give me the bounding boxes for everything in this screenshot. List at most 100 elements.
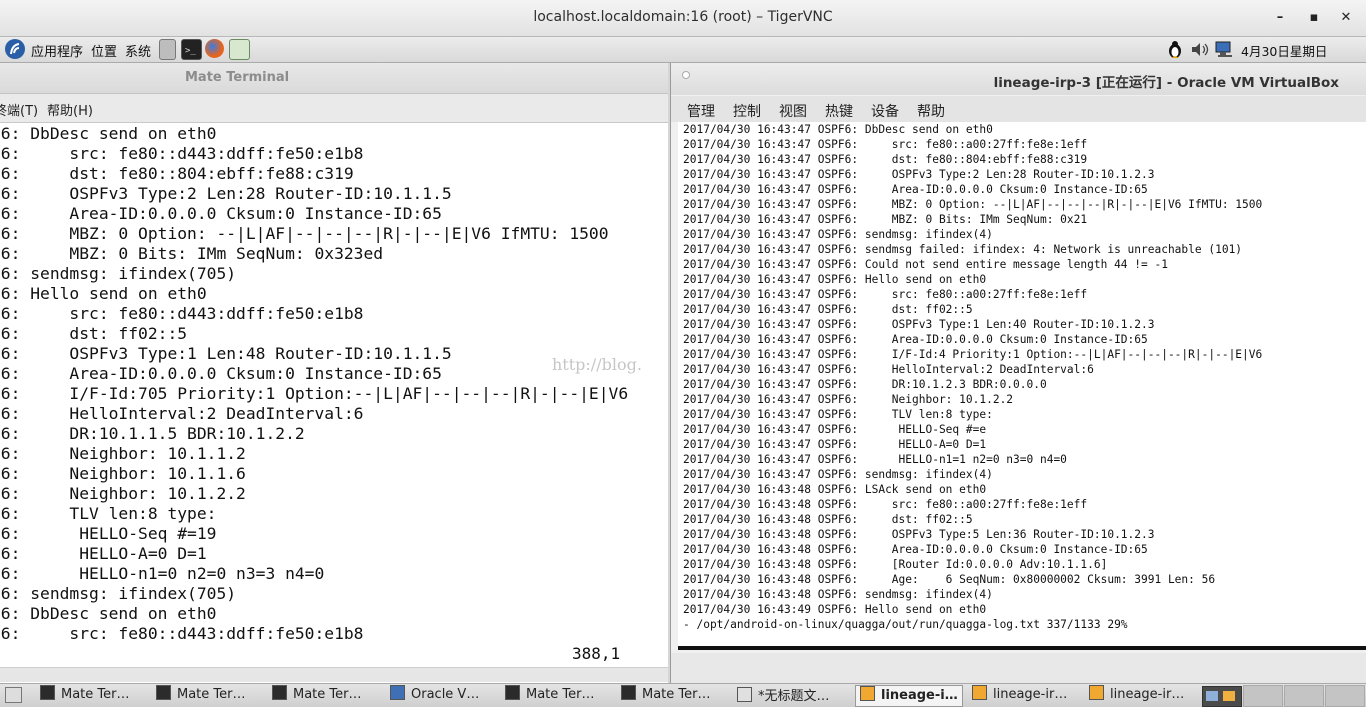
taskbar: Mate Ter… Mate Ter… Mate Ter… Oracle V… Mate… <box>0 683 1366 707</box>
terminal-launcher-icon[interactable]: >_ <box>181 39 202 60</box>
virtualbox-icon <box>390 685 405 700</box>
taskbar-item[interactable]: Mate Ter… <box>40 685 130 705</box>
console-line: 2017/04/30 16:43:48 OSPF6: [Router Id:0.… <box>683 558 1108 571</box>
taskbar-item-label: lineage-ir… <box>1110 687 1185 702</box>
console-line: 2017/04/30 16:43:47 OSPF6: Hello send on… <box>683 273 987 286</box>
places-menu[interactable]: 位置 <box>91 41 117 60</box>
taskbar-item[interactable]: Mate Ter… <box>505 685 595 705</box>
terminal-line: F6: src: fe80::d443:ddff:fe50:e1b8 <box>0 144 364 163</box>
terminal-line: F6: DbDesc send on eth0 <box>0 604 217 623</box>
terminal-scrollbar[interactable] <box>0 667 668 682</box>
console-line: 2017/04/30 16:43:47 OSPF6: sendmsg: ifin… <box>683 468 993 481</box>
terminal-line: F6: sendmsg: ifindex(705) <box>0 584 237 603</box>
console-line: 2017/04/30 16:43:47 OSPF6: Could not sen… <box>683 258 1168 271</box>
minimize-button[interactable]: – <box>1268 6 1292 30</box>
menu-devices[interactable]: 设备 <box>871 101 899 121</box>
console-line: 2017/04/30 16:43:48 OSPF6: Age: 6 SeqNum… <box>683 573 1216 586</box>
taskbar-item[interactable]: Mate Ter… <box>621 685 711 705</box>
terminal-line: F6: DbDesc send on eth0 <box>0 124 217 143</box>
firefox-launcher-icon[interactable] <box>205 39 224 58</box>
terminal-icon <box>156 685 171 700</box>
menu-terminal[interactable]: 终端(T) <box>0 100 38 119</box>
terminal-lines: F6: DbDesc send on eth0 F6: src: fe80::d4… <box>0 124 628 644</box>
console-line: 2017/04/30 16:43:47 OSPF6: Area-ID:0.0.0… <box>683 333 1148 346</box>
taskbar-item-label: Mate Ter… <box>526 687 595 702</box>
vm-window-icon <box>860 686 875 701</box>
workspace-3[interactable] <box>1284 685 1324 707</box>
terminal-title-bar[interactable]: Mate Terminal <box>0 63 668 94</box>
console-line: 2017/04/30 16:43:47 OSPF6: src: fe80::a0… <box>683 288 1088 301</box>
maximize-button[interactable]: ▪ <box>1302 6 1326 30</box>
taskbar-item-label: Mate Ter… <box>642 687 711 702</box>
terminal-line: F6: Neighbor: 10.1.1.6 <box>0 464 246 483</box>
menu-control[interactable]: 控制 <box>733 101 761 121</box>
workspace-4[interactable] <box>1325 685 1365 707</box>
console-line: 2017/04/30 16:43:48 OSPF6: Area-ID:0.0.0… <box>683 543 1148 556</box>
vm-console-lines: 2017/04/30 16:43:47 OSPF6: DbDesc send o… <box>683 122 1262 632</box>
applications-menu[interactable]: 应用程序 <box>31 41 83 60</box>
console-line: 2017/04/30 16:43:47 OSPF6: DbDesc send o… <box>683 123 993 136</box>
console-line: 2017/04/30 16:43:47 OSPF6: DR:10.1.2.3 B… <box>683 378 1047 391</box>
taskbar-item[interactable]: lineage-i… <box>855 685 963 707</box>
terminal-line: F6: OSPFv3 Type:1 Len:48 Router-ID:10.1.… <box>0 344 452 363</box>
terminal-icon <box>505 685 520 700</box>
taskbar-item[interactable]: lineage-ir… <box>972 685 1067 705</box>
console-line: 2017/04/30 16:43:47 OSPF6: MBZ: 0 Bits: … <box>683 213 1088 226</box>
terminal-line: F6: Area-ID:0.0.0.0 Cksum:0 Instance-ID:… <box>0 204 442 223</box>
terminal-output[interactable]: F6: DbDesc send on eth0 F6: src: fe80::d4… <box>0 124 668 664</box>
taskbar-item[interactable]: *无标题文… <box>737 685 830 705</box>
terminal-menu-bar: 终端(T) 帮助(H) <box>0 94 668 123</box>
close-button[interactable]: ✕ <box>1334 6 1358 30</box>
menu-help[interactable]: 帮助 <box>917 101 945 121</box>
menu-manage[interactable]: 管理 <box>687 101 715 121</box>
vm-screen-border <box>678 646 1366 650</box>
network-tool-launcher-icon[interactable] <box>229 39 250 60</box>
menu-hotkeys[interactable]: 热键 <box>825 101 853 121</box>
workspace-1[interactable] <box>1202 686 1242 707</box>
network-icon[interactable] <box>1214 41 1236 58</box>
console-line: 2017/04/30 16:43:48 OSPF6: src: fe80::a0… <box>683 498 1088 511</box>
virtualbox-title-bar[interactable]: lineage-irp-3 [正在运行] - Oracle VM Virtual… <box>671 63 1366 95</box>
console-line: 2017/04/30 16:43:47 OSPF6: Neighbor: 10.… <box>683 393 1014 406</box>
terminal-line: F6: src: fe80::d443:ddff:fe50:e1b8 <box>0 304 364 323</box>
taskbar-item[interactable]: Mate Ter… <box>272 685 362 705</box>
virtualbox-status-bar <box>671 653 1366 683</box>
top-panel: 应用程序 位置 系统 >_ 4月30日星期日 17:05 <box>0 37 1366 75</box>
terminal-line: F6: MBZ: 0 Bits: IMm SeqNum: 0x323ed <box>0 244 384 263</box>
terminal-line: F6: sendmsg: ifindex(705) <box>0 264 237 283</box>
vm-screen[interactable]: 2017/04/30 16:43:47 OSPF6: DbDesc send o… <box>678 122 1366 649</box>
vm-window-icon <box>972 685 987 700</box>
terminal-line: F6: OSPFv3 Type:2 Len:28 Router-ID:10.1.… <box>0 184 452 203</box>
terminal-line: F6: Neighbor: 10.1.2.2 <box>0 484 246 503</box>
mate-logo-icon[interactable] <box>5 39 25 59</box>
taskbar-item[interactable]: Mate Ter… <box>156 685 246 705</box>
terminal-line: F6: I/F-Id:705 Priority:1 Option:--|L|AF… <box>0 384 629 403</box>
menu-view[interactable]: 视图 <box>779 101 807 121</box>
terminal-line: F6: HelloInterval:2 DeadInterval:6 <box>0 404 364 423</box>
system-menu[interactable]: 系统 <box>125 41 151 60</box>
terminal-line: F6: dst: fe80::804:ebff:fe88:c319 <box>0 164 354 183</box>
console-line: 2017/04/30 16:43:48 OSPF6: LSAck send on… <box>683 483 987 496</box>
console-line: 2017/04/30 16:43:47 OSPF6: MBZ: 0 Option… <box>683 198 1263 211</box>
file-manager-launcher-icon[interactable] <box>159 39 176 60</box>
console-line: - /opt/android-on-linux/quagga/out/run/q… <box>683 618 1128 631</box>
taskbar-item[interactable]: lineage-ir… <box>1089 685 1184 705</box>
volume-icon[interactable] <box>1190 41 1210 58</box>
window-menu-icon[interactable] <box>682 71 690 79</box>
console-line: 2017/04/30 16:43:47 OSPF6: HELLO-Seq #=e <box>683 423 987 436</box>
svg-text:>_: >_ <box>185 46 196 56</box>
workspace-2[interactable] <box>1243 685 1283 707</box>
terminal-icon <box>272 685 287 700</box>
terminal-line: F6: src: fe80::d443:ddff:fe50:e1b8 <box>0 624 364 643</box>
taskbar-item-label: Mate Ter… <box>177 687 246 702</box>
terminal-icon <box>621 685 636 700</box>
console-line: 2017/04/30 16:43:47 OSPF6: dst: ff02::5 <box>683 303 973 316</box>
terminal-line: F6: HELLO-n1=0 n2=0 n3=3 n4=0 <box>0 564 325 583</box>
taskbar-item[interactable]: Oracle V… <box>390 685 479 705</box>
menu-help[interactable]: 帮助(H) <box>47 100 93 119</box>
console-line: 2017/04/30 16:43:47 OSPF6: HELLO-n1=1 n2… <box>683 453 1067 466</box>
tux-icon[interactable] <box>1166 40 1184 59</box>
cursor-position: 388,1 <box>572 644 621 663</box>
terminal-window-title: Mate Terminal <box>185 70 290 85</box>
show-desktop-icon[interactable] <box>5 687 22 703</box>
